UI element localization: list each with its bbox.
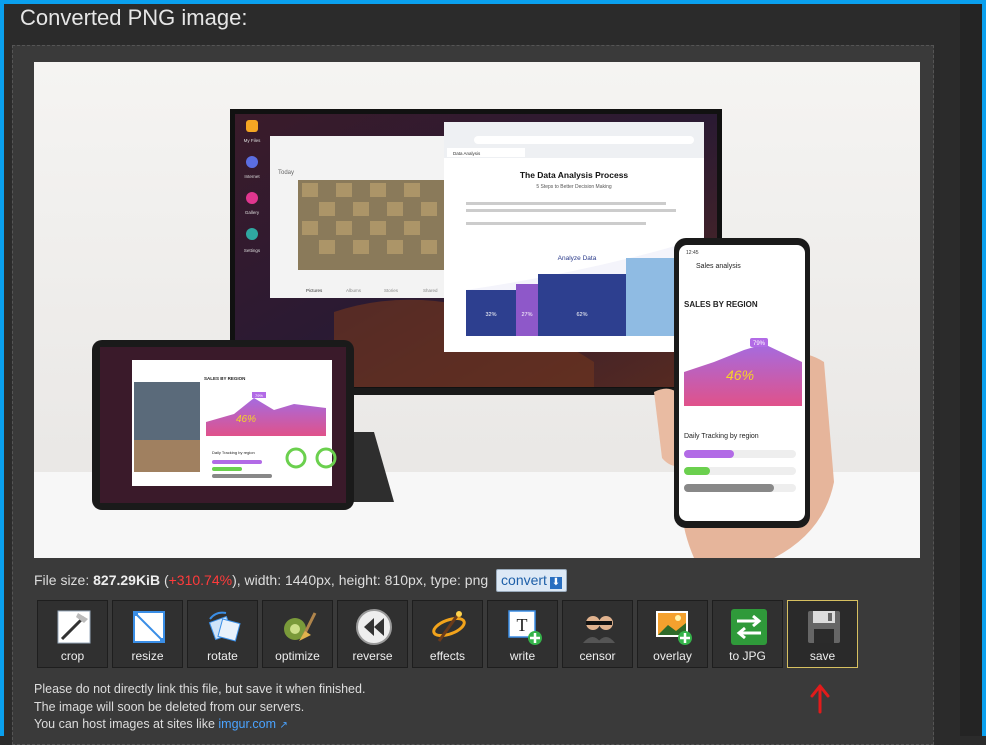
browser-tab: Data Analysis bbox=[453, 151, 481, 156]
converted-image: My Files Internet Gallery Settings Today… bbox=[34, 62, 920, 558]
tool-label: resize bbox=[131, 649, 164, 663]
rotate-icon bbox=[208, 611, 241, 642]
tablet-big: 46% bbox=[236, 414, 256, 425]
resize-icon bbox=[133, 611, 165, 643]
write-icon: T bbox=[508, 610, 542, 645]
tablet-heading: SALES BY REGION bbox=[204, 376, 245, 381]
file-info-paren: ( bbox=[160, 572, 169, 588]
to-jpg-button[interactable]: to JPG bbox=[712, 600, 783, 668]
arrow-up-icon bbox=[810, 684, 830, 714]
phone-time: 12:45 bbox=[686, 250, 699, 256]
tool-label: effects bbox=[429, 649, 466, 663]
overlay-icon bbox=[656, 611, 692, 645]
tv-bar-label: 62% bbox=[576, 312, 587, 318]
convert-button[interactable]: convert ⬇ bbox=[496, 569, 567, 592]
article-title: The Data Analysis Process bbox=[520, 170, 629, 180]
tv-bar-label: 27% bbox=[521, 312, 532, 318]
phone-device: 12:45 Sales analysis SALES BY REGION 79%… bbox=[654, 238, 834, 558]
phone-peak: 79% bbox=[753, 341, 766, 347]
tool-label: write bbox=[509, 649, 536, 663]
phone-heading: SALES BY REGION bbox=[684, 300, 758, 309]
save-notice: Please do not directly link this file, b… bbox=[34, 681, 365, 735]
save-icon bbox=[808, 611, 840, 643]
tool-label: crop bbox=[60, 649, 85, 663]
tool-label: save bbox=[809, 649, 836, 663]
reverse-icon bbox=[356, 609, 392, 645]
tv-bar-label: 32% bbox=[485, 312, 496, 318]
notice-line: The image will soon be deleted from our … bbox=[34, 699, 305, 714]
convert-label: convert bbox=[501, 572, 547, 588]
optimize-icon bbox=[284, 612, 317, 641]
tool-label: to JPG bbox=[729, 649, 766, 663]
gallery-tab: Stories bbox=[384, 288, 399, 293]
file-dimensions-type: ), width: 1440px, height: 810px, type: p… bbox=[232, 572, 489, 588]
reverse-button[interactable]: reverse bbox=[337, 600, 408, 668]
tool-label: overlay bbox=[653, 649, 692, 663]
censor-button[interactable]: censor bbox=[562, 600, 633, 668]
notice-text: You can host images at sites like bbox=[34, 717, 219, 731]
gallery-tab: Albums bbox=[346, 288, 362, 293]
phone-tracking: Daily Tracking by region bbox=[684, 433, 759, 440]
file-size-value: 827.29KiB bbox=[93, 572, 161, 588]
tablet-tracking: Daily Tracking by region bbox=[212, 450, 255, 455]
image-tools-toolbar: crop resize rotate optimize reverse effe… bbox=[37, 600, 858, 668]
tv-gallery-window: Today Pictures Albums Stories Shared bbox=[270, 136, 448, 298]
crop-button[interactable]: crop bbox=[37, 600, 108, 668]
crop-icon bbox=[57, 610, 91, 644]
censor-icon bbox=[583, 616, 615, 643]
tv-browser-window: Data Analysis The Data Analysis Process … bbox=[444, 122, 704, 352]
tablet-device: SALES BY REGION 79% 46% Daily Tracking b… bbox=[92, 340, 394, 510]
notice-line: You can host images at sites like imgur.… bbox=[34, 716, 365, 735]
tv-app-label: Gallery bbox=[245, 210, 260, 215]
phone-big: 46% bbox=[726, 367, 754, 383]
tablet-peak: 79% bbox=[255, 393, 263, 398]
external-link-icon: ↗ bbox=[279, 720, 288, 731]
phone-title: Sales analysis bbox=[696, 263, 741, 270]
gallery-tab: Shared bbox=[423, 288, 438, 293]
tv-app-label: My Files bbox=[244, 138, 261, 143]
effects-button[interactable]: effects bbox=[412, 600, 483, 668]
gallery-header: Today bbox=[278, 170, 294, 176]
rotate-button[interactable]: rotate bbox=[187, 600, 258, 668]
convert-jpg-icon bbox=[731, 609, 767, 645]
save-button[interactable]: save bbox=[787, 600, 858, 668]
file-info: File size: 827.29KiB (+310.74%), width: … bbox=[34, 569, 567, 592]
size-change-percent: +310.74% bbox=[168, 572, 233, 588]
tv-app-label: Internet bbox=[244, 174, 260, 179]
article-subtitle: 5 Steps to Better Decision Making bbox=[536, 184, 612, 190]
effects-icon bbox=[432, 611, 466, 642]
file-size-label: File size: bbox=[34, 572, 94, 588]
tv-chart-title: Analyze Data bbox=[558, 255, 597, 262]
notice-line: Please do not directly link this file, b… bbox=[34, 682, 366, 696]
page-title: Converted PNG image: bbox=[20, 5, 248, 30]
tv-app-label: Settings bbox=[244, 248, 261, 253]
tool-label: reverse bbox=[352, 649, 393, 663]
tool-label: censor bbox=[579, 649, 616, 663]
gallery-tab: Pictures bbox=[306, 288, 323, 293]
page-scrollbar[interactable] bbox=[960, 4, 982, 736]
overlay-button[interactable]: overlay bbox=[637, 600, 708, 668]
write-button[interactable]: T write bbox=[487, 600, 558, 668]
download-icon: ⬇ bbox=[549, 577, 562, 589]
tool-label: optimize bbox=[275, 649, 320, 663]
tool-label: rotate bbox=[207, 649, 238, 663]
imgur-link[interactable]: imgur.com bbox=[218, 717, 276, 731]
resize-button[interactable]: resize bbox=[112, 600, 183, 668]
svg-text:T: T bbox=[517, 615, 528, 635]
optimize-button[interactable]: optimize bbox=[262, 600, 333, 668]
